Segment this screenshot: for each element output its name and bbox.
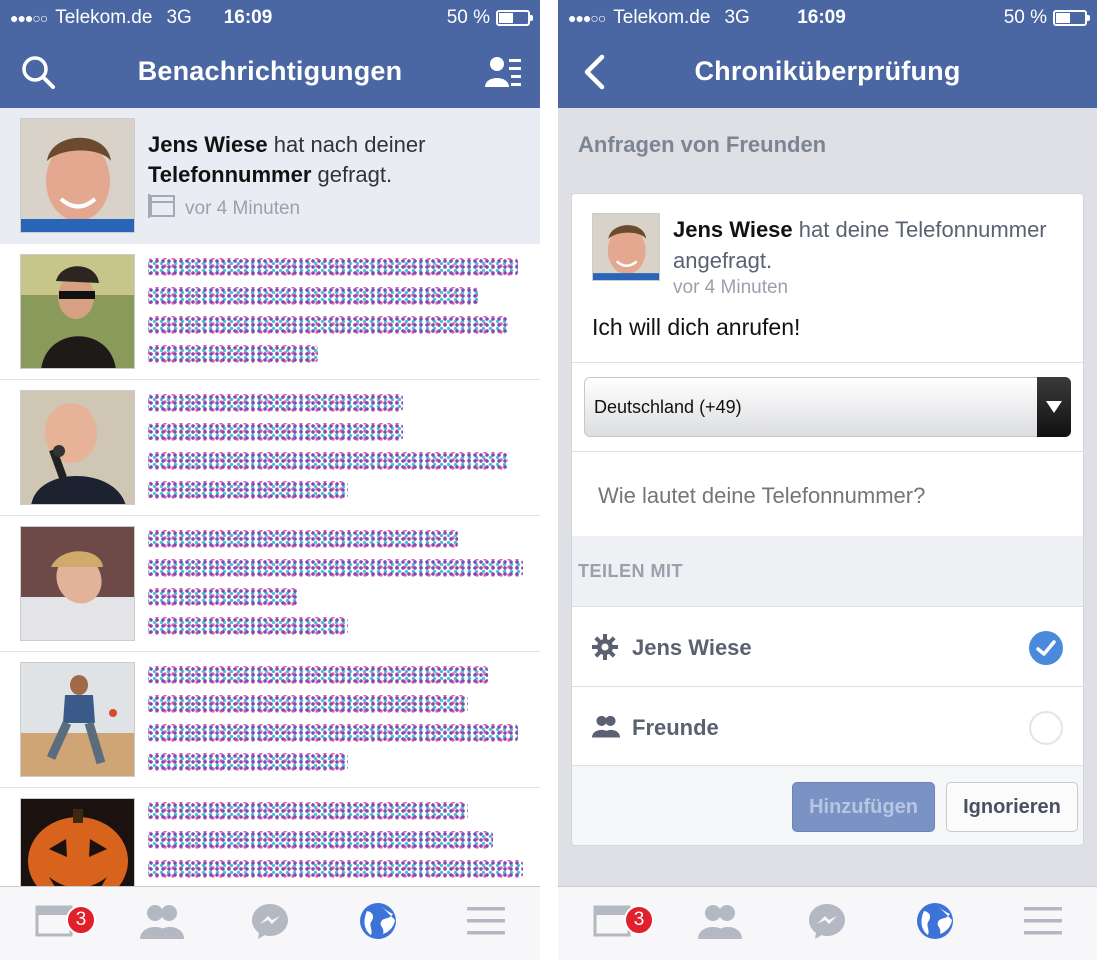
country-code-select[interactable]: Deutschland (+49) xyxy=(584,377,1071,437)
friend-requests-icon xyxy=(140,903,184,944)
selected-check-icon[interactable] xyxy=(1029,631,1063,665)
notification-text: Jens Wiese hat nach deiner Telefonnummer… xyxy=(148,132,426,187)
notification-badge: 3 xyxy=(624,905,654,935)
section-title: Anfragen von Freunden xyxy=(578,132,827,157)
tab-news-feed[interactable]: 3 xyxy=(558,887,666,960)
unselected-radio-icon[interactable] xyxy=(1029,711,1063,745)
ignore-button[interactable]: Ignorieren xyxy=(946,782,1078,832)
tab-notifications[interactable] xyxy=(324,887,432,960)
battery-icon xyxy=(1053,10,1090,26)
notification-list: Jens Wiese hat nach deiner Telefonnummer… xyxy=(0,108,540,924)
tab-messenger[interactable] xyxy=(216,887,324,960)
avatar xyxy=(20,118,135,233)
notification-badge: 3 xyxy=(66,905,96,935)
clock: 16:09 xyxy=(223,7,273,28)
tab-bar: 3 xyxy=(558,886,1097,960)
messenger-icon xyxy=(808,902,846,945)
request-message: Ich will dich anrufen! xyxy=(592,314,801,340)
friend-requests-icon[interactable] xyxy=(484,52,524,92)
share-option-label: Jens Wiese xyxy=(632,635,752,660)
friend-requests-icon xyxy=(697,903,742,944)
notification-item[interactable]: Jens Wiese hat nach deiner Telefonnummer… xyxy=(0,108,540,244)
request-time: vor 4 Minuten xyxy=(673,277,789,298)
battery-percent: 50 % xyxy=(446,7,490,28)
status-bar: ●●●○○ Telekom.de 3G 16:09 50 % xyxy=(0,0,540,36)
share-option-only-me[interactable]: Jens Wiese xyxy=(572,607,1083,686)
gear-icon xyxy=(592,634,618,660)
redacted-notification-text xyxy=(148,258,520,374)
status-bar: ●●●○○ Telekom.de 3G 16:09 50 % xyxy=(558,0,1097,36)
avatar[interactable] xyxy=(592,213,660,281)
avatar xyxy=(20,662,135,777)
share-option-friends[interactable]: Freunde xyxy=(572,687,1083,766)
redacted-notification-text xyxy=(148,802,523,889)
action-bar: Hinzufügen Ignorieren xyxy=(572,766,1083,845)
battery-percent: 50 % xyxy=(1003,7,1047,28)
tab-menu[interactable] xyxy=(989,887,1097,960)
dropdown-arrow-icon xyxy=(1037,377,1071,437)
tab-friend-requests[interactable] xyxy=(108,887,216,960)
tab-notifications[interactable] xyxy=(881,887,989,960)
redacted-notification-text xyxy=(148,666,520,782)
notification-item[interactable] xyxy=(0,244,540,380)
tab-messenger[interactable] xyxy=(774,887,882,960)
timeline-icon xyxy=(148,194,176,224)
avatar xyxy=(20,390,135,505)
country-code-value: Deutschland (+49) xyxy=(594,397,742,417)
menu-icon xyxy=(467,906,505,941)
redacted-notification-text xyxy=(148,394,520,510)
menu-icon xyxy=(1024,906,1063,941)
friend-request-card: Jens Wiese hat deine Telefonnummer angef… xyxy=(571,193,1084,846)
timeline-review-screen: ●●●○○ Telekom.de 3G 16:09 50 % Chroniküb… xyxy=(558,0,1097,960)
notification-item[interactable] xyxy=(0,380,540,516)
avatar xyxy=(20,254,135,369)
notifications-globe-icon xyxy=(916,902,954,945)
phone-number-input[interactable] xyxy=(598,483,1038,509)
notification-item[interactable] xyxy=(0,652,540,788)
divider xyxy=(572,451,1083,452)
redacted-notification-text xyxy=(148,530,523,646)
page-title: Benachrichtigungen xyxy=(137,56,403,86)
notifications-screen: ●●●○○ Telekom.de 3G 16:09 50 % Benachric… xyxy=(0,0,540,960)
divider xyxy=(572,362,1083,363)
avatar xyxy=(20,526,135,641)
nav-bar: Benachrichtigungen xyxy=(0,36,540,108)
battery-icon xyxy=(496,10,533,26)
nav-bar: Chroniküberprüfung xyxy=(558,36,1097,108)
notification-time: vor 4 Minuten xyxy=(185,198,301,219)
tab-bar: 3 xyxy=(0,886,540,960)
page-title: Chroniküberprüfung xyxy=(694,56,961,86)
request-text: Jens Wiese hat deine Telefonnummer angef… xyxy=(673,217,1047,273)
tab-news-feed[interactable]: 3 xyxy=(0,887,108,960)
share-option-label: Freunde xyxy=(632,715,719,740)
tab-friend-requests[interactable] xyxy=(666,887,774,960)
add-button[interactable]: Hinzufügen xyxy=(792,782,935,832)
share-with-header: TEILEN MIT xyxy=(572,536,1083,606)
messenger-icon xyxy=(251,902,289,945)
friends-icon xyxy=(592,714,620,740)
requester-name[interactable]: Jens Wiese xyxy=(673,217,793,242)
notification-item[interactable] xyxy=(0,516,540,652)
tab-menu[interactable] xyxy=(432,887,540,960)
notifications-globe-icon xyxy=(359,902,397,945)
